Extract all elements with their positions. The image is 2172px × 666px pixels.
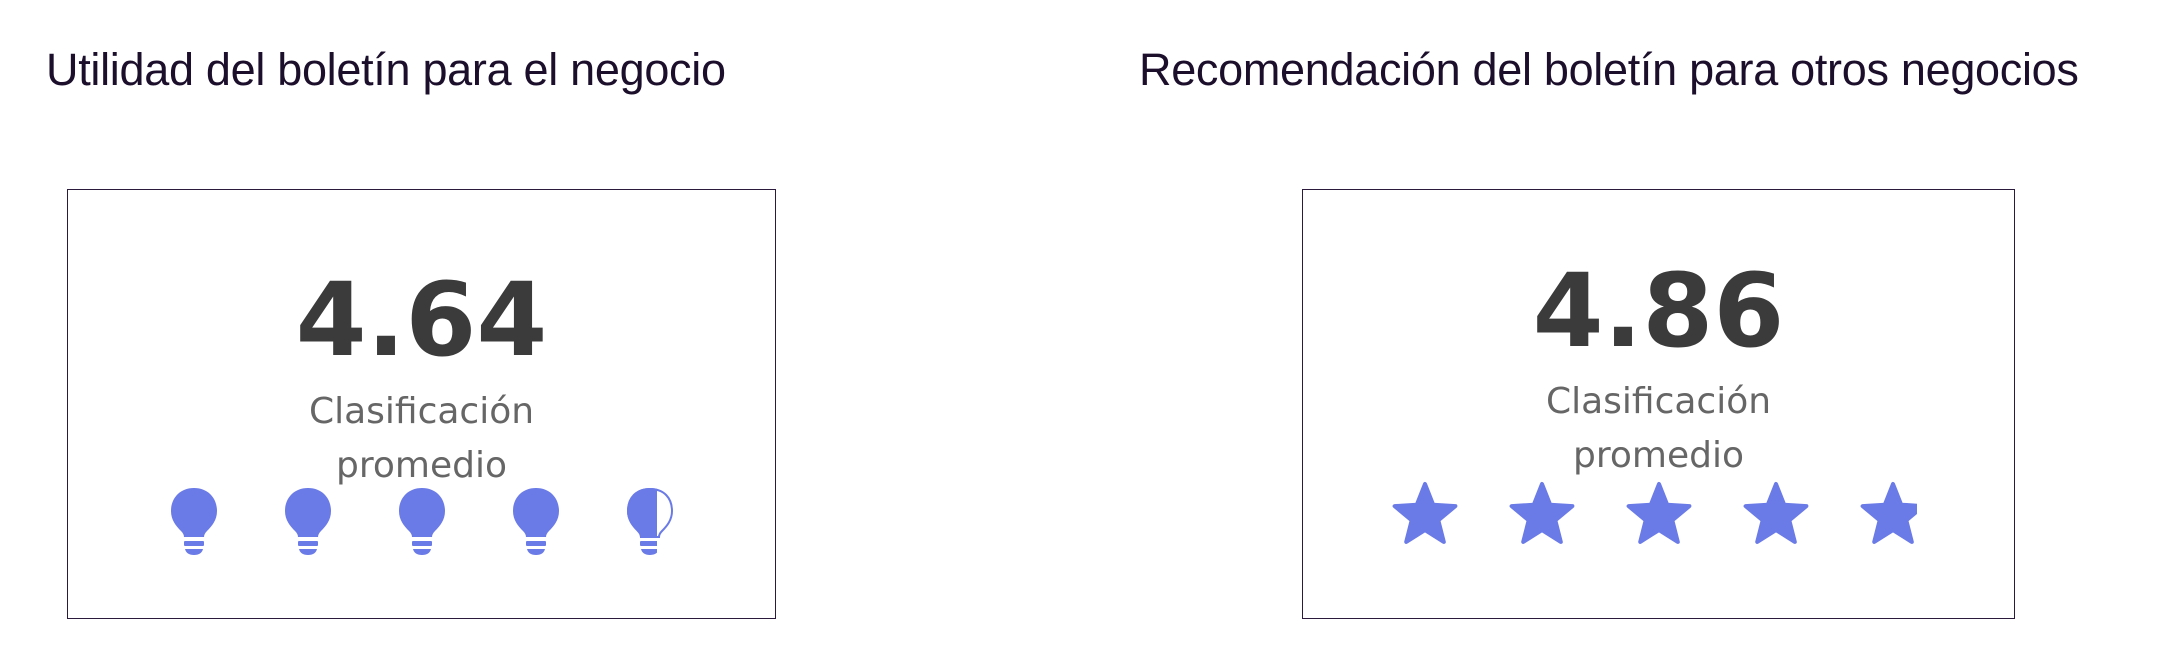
lightbulb-rating bbox=[68, 486, 775, 561]
lightbulb-icon bbox=[169, 486, 219, 561]
usefulness-average-value: 4.64 bbox=[295, 261, 548, 380]
caption-line-2: promedio bbox=[336, 445, 507, 486]
lightbulb-icon bbox=[511, 486, 561, 561]
lightbulb-icon bbox=[397, 486, 447, 561]
star-rating bbox=[1303, 481, 2014, 550]
recommendation-title: Recomendación del boletín para otros neg… bbox=[1139, 44, 2079, 95]
star-icon bbox=[1860, 481, 1926, 550]
usefulness-title: Utilidad del boletín para el negocio bbox=[46, 44, 726, 95]
star-icon bbox=[1743, 481, 1809, 550]
lightbulb-icon bbox=[283, 486, 333, 561]
caption-line-1: Clasificación bbox=[1545, 381, 1772, 422]
recommendation-average-value: 4.86 bbox=[1532, 252, 1785, 371]
caption-line-1: Clasificación bbox=[308, 391, 535, 432]
recommendation-average-caption: Clasificación promedio bbox=[1303, 375, 2014, 483]
star-icon bbox=[1626, 481, 1692, 550]
lightbulb-icon bbox=[625, 486, 675, 561]
star-icon bbox=[1392, 481, 1458, 550]
recommendation-rating-card: 4.86 Clasificación promedio bbox=[1302, 189, 2015, 619]
usefulness-average-caption: Clasificación promedio bbox=[68, 385, 775, 493]
usefulness-rating-card: 4.64 Clasificación promedio bbox=[67, 189, 776, 619]
caption-line-2: promedio bbox=[1573, 435, 1744, 476]
star-icon bbox=[1509, 481, 1575, 550]
